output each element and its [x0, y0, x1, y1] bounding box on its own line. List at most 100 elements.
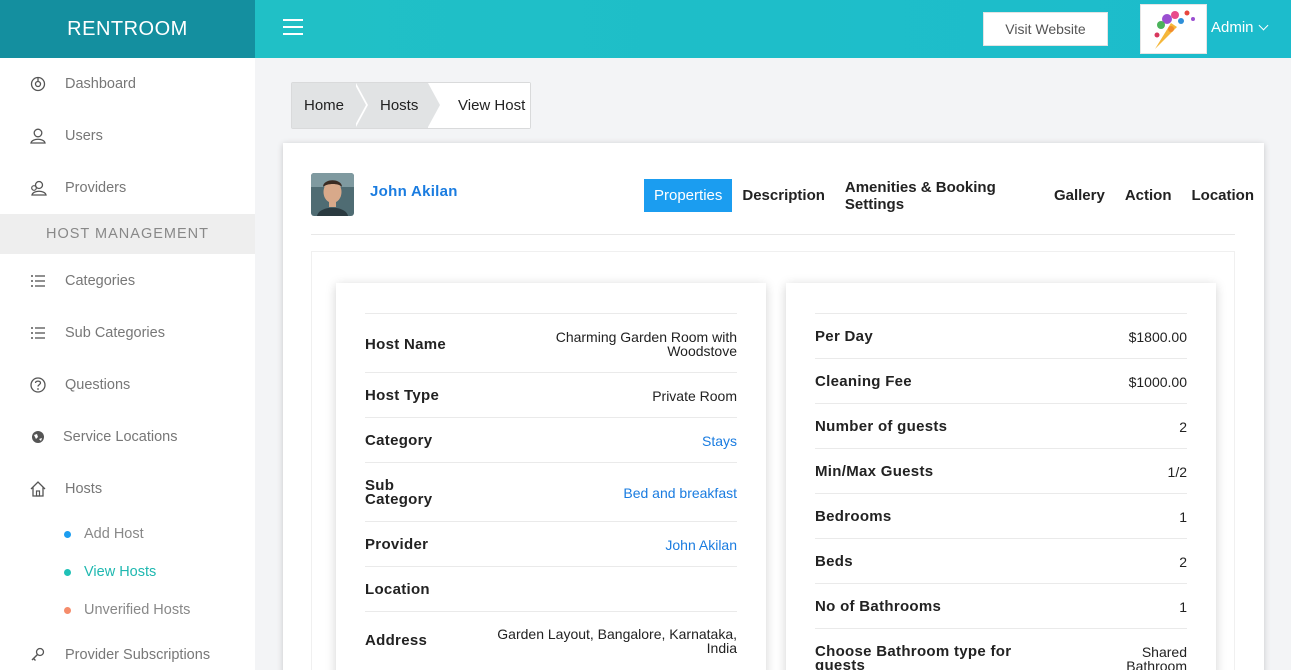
sidebar-item-dashboard[interactable]: Dashboard	[0, 64, 255, 104]
sidebar-item-label: Providers	[65, 180, 127, 196]
breadcrumb-view-host: View Host	[428, 83, 530, 128]
tab-properties[interactable]: Properties	[644, 179, 733, 212]
sidebar-item-questions[interactable]: Questions	[0, 365, 255, 405]
detail-value: $1000.00	[1128, 374, 1187, 390]
host-detail-card: John Akilan Properties Description Ameni…	[283, 143, 1264, 670]
detail-key: Choose Bathroom type for guests	[815, 643, 1012, 670]
detail-key: Address	[365, 632, 428, 649]
sidebar-item-label: Categories	[65, 273, 136, 289]
sidebar-item-service-locations[interactable]: Service Locations	[0, 417, 255, 457]
detail-key: Bedrooms	[815, 508, 892, 525]
category-link[interactable]: Stays	[702, 434, 737, 448]
breadcrumb-home[interactable]: Home	[292, 83, 368, 128]
bullet-dot	[64, 568, 71, 576]
sidebar-item-provider-subscriptions[interactable]: Provider Subscriptions	[0, 635, 255, 670]
visit-website-button[interactable]: Visit Website	[983, 12, 1108, 46]
breadcrumb-separator	[354, 83, 366, 127]
detail-key: Cleaning Fee	[815, 373, 912, 390]
detail-key: Location	[365, 581, 430, 598]
sidebar-item-categories[interactable]: Categories	[0, 261, 255, 301]
host-tabs: Properties Description Amenities & Booki…	[644, 179, 1265, 213]
sidebar-subitem-unverified-hosts[interactable]: Unverified Hosts	[0, 595, 255, 625]
provider-link[interactable]: John Akilan	[665, 538, 737, 552]
sidebar-subitem-add-host[interactable]: Add Host	[0, 519, 255, 549]
sidebar: Dashboard Users Providers HOST MANAGEMEN…	[0, 58, 255, 670]
question-icon	[30, 377, 46, 393]
detail-row-min-max-guests: Min/Max Guests 1/2	[815, 448, 1187, 493]
detail-key: Provider	[365, 536, 429, 553]
sidebar-item-providers[interactable]: Providers	[0, 168, 255, 208]
property-info-panel: Host Name Charming Garden Room with Wood…	[336, 283, 766, 670]
detail-row-bathroom-type: Choose Bathroom type for guests Shared B…	[815, 628, 1187, 670]
sidebar-item-users[interactable]: Users	[0, 116, 255, 156]
providers-icon	[31, 180, 47, 196]
detail-key: Host Type	[365, 387, 440, 404]
detail-key: Per Day	[815, 328, 873, 345]
sub-category-link[interactable]: Bed and breakfast	[623, 486, 737, 500]
pricing-info-panel: Per Day $1800.00 Cleaning Fee $1000.00 N…	[786, 283, 1216, 670]
detail-row-address: Address Garden Layout, Bangalore, Karnat…	[365, 611, 737, 670]
tab-location[interactable]: Location	[1182, 179, 1265, 212]
breadcrumb-label: Home	[304, 97, 345, 114]
admin-menu[interactable]: Admin	[1211, 19, 1268, 36]
menu-toggle-icon[interactable]	[283, 19, 303, 37]
admin-name: Admin	[1211, 19, 1254, 36]
list-icon	[31, 275, 45, 287]
breadcrumb: Home Hosts View Host	[291, 82, 531, 129]
dashboard-icon	[30, 76, 46, 92]
key-icon	[31, 647, 45, 661]
host-avatar	[311, 173, 354, 216]
tab-gallery[interactable]: Gallery	[1044, 179, 1115, 212]
sidebar-item-label: Sub Categories	[65, 325, 165, 341]
detail-key: Host Name	[365, 336, 447, 353]
sidebar-subitem-label: View Hosts	[84, 564, 157, 580]
detail-row-sub-category: Sub Category Bed and breakfast	[365, 462, 737, 521]
detail-value: 1	[1179, 599, 1187, 615]
detail-row-bedrooms: Bedrooms 1	[815, 493, 1187, 538]
tab-action[interactable]: Action	[1115, 179, 1182, 212]
detail-row-category: Category Stays	[365, 417, 737, 462]
detail-key: Number of guests	[815, 418, 948, 435]
section-header: HOST MANAGEMENT	[0, 214, 255, 254]
sidebar-item-sub-categories[interactable]: Sub Categories	[0, 313, 255, 353]
divider	[311, 234, 1235, 235]
user-icon	[30, 128, 46, 144]
detail-value: Charming Garden Room with Woodstove	[555, 329, 737, 359]
detail-key: Min/Max Guests	[815, 463, 934, 480]
detail-value: 1	[1179, 509, 1187, 525]
detail-key: Category	[365, 432, 433, 449]
detail-value: $1800.00	[1128, 329, 1187, 345]
sidebar-subitem-label: Add Host	[84, 526, 144, 542]
chevron-down-icon	[1258, 20, 1268, 31]
breadcrumb-separator	[428, 83, 440, 127]
sidebar-subitem-label: Unverified Hosts	[84, 602, 191, 618]
sidebar-item-label: Users	[65, 128, 103, 144]
detail-key: Beds	[815, 553, 853, 570]
bullet-dot	[64, 530, 71, 538]
detail-value: 1/2	[1167, 464, 1187, 480]
breadcrumb-label: Hosts	[380, 97, 419, 114]
detail-row-cleaning-fee: Cleaning Fee $1000.00	[815, 358, 1187, 403]
sidebar-subitem-view-hosts[interactable]: View Hosts	[0, 557, 255, 587]
detail-row-bathrooms: No of Bathrooms 1	[815, 583, 1187, 628]
sidebar-item-label: Hosts	[65, 481, 103, 497]
brand-logo[interactable]: RENTROOM	[0, 0, 255, 58]
detail-value: Garden Layout, Bangalore, Karnataka, Ind…	[497, 626, 737, 656]
home-icon	[30, 481, 46, 497]
detail-row-host-name: Host Name Charming Garden Room with Wood…	[365, 313, 737, 373]
sidebar-item-label: Service Locations	[63, 429, 178, 445]
detail-key: No of Bathrooms	[815, 598, 942, 615]
tab-description[interactable]: Description	[732, 179, 835, 212]
admin-avatar[interactable]	[1140, 4, 1207, 54]
detail-value: 2	[1179, 554, 1187, 570]
sidebar-item-label: Dashboard	[65, 76, 136, 92]
detail-row-beds: Beds 2	[815, 538, 1187, 583]
detail-key: Sub Category	[365, 477, 433, 508]
sidebar-item-hosts[interactable]: Hosts	[0, 469, 255, 509]
host-name-link[interactable]: John Akilan	[370, 183, 458, 200]
detail-value: 2	[1179, 419, 1187, 435]
detail-row-per-day: Per Day $1800.00	[815, 313, 1187, 358]
detail-value: Private Room	[652, 388, 737, 404]
tab-amenities-booking-settings[interactable]: Amenities & Booking Settings	[835, 179, 1044, 213]
detail-row-provider: Provider John Akilan	[365, 521, 737, 566]
